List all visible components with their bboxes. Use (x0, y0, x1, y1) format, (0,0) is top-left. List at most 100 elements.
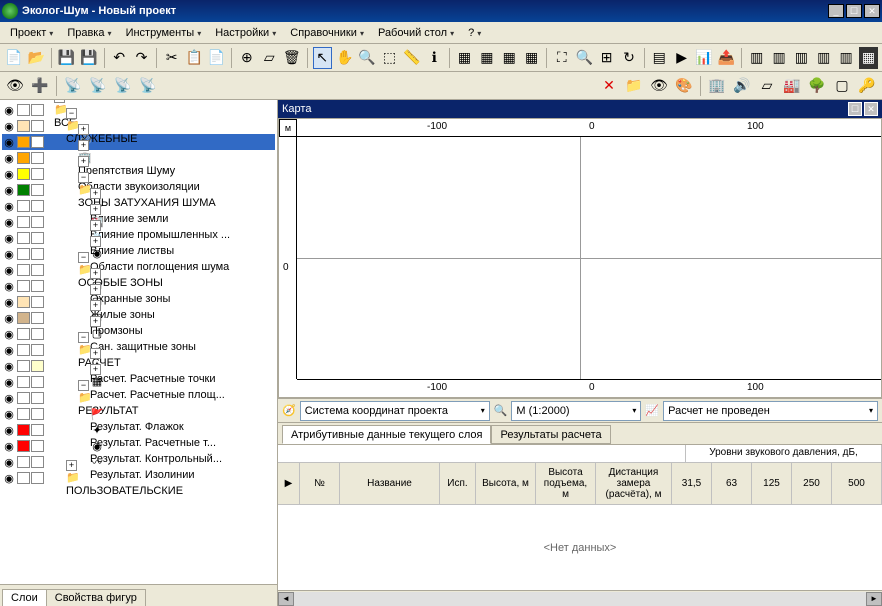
expand-icon[interactable]: + (90, 364, 101, 375)
tab-attributes[interactable]: Атрибутивные данные текущего слоя (282, 425, 491, 444)
tool-b-icon[interactable]: 📁 (623, 75, 645, 97)
tab-layers[interactable]: Слои (2, 589, 47, 606)
panel2-icon[interactable]: ▥ (769, 47, 788, 69)
maximize-button[interactable]: ☐ (846, 4, 862, 18)
menu-tools[interactable]: Инструменты ▾ (120, 25, 208, 41)
eye-icon[interactable] (2, 375, 16, 389)
eye-icon[interactable] (2, 263, 16, 277)
radio3-icon[interactable]: 📡 (112, 75, 134, 97)
layer-icon[interactable]: ▦ (455, 47, 474, 69)
run-icon[interactable]: ▶ (672, 47, 691, 69)
zoom-icon[interactable]: 🔍 (357, 47, 376, 69)
expand-icon[interactable]: + (78, 156, 89, 167)
eye-icon[interactable] (2, 439, 16, 453)
expand-icon[interactable]: + (90, 236, 101, 247)
eye-icon[interactable] (2, 215, 16, 229)
radio4-icon[interactable]: 📡 (137, 75, 159, 97)
h-scrollbar[interactable]: ◄ ► (278, 590, 882, 606)
new-icon[interactable]: 📄 (4, 47, 23, 69)
redo-icon[interactable]: ↷ (132, 47, 151, 69)
eye-icon[interactable] (2, 279, 16, 293)
select-rect-icon[interactable]: ⬚ (380, 47, 399, 69)
expand-icon[interactable]: + (90, 284, 101, 295)
eye-icon[interactable] (2, 343, 16, 357)
eye-icon[interactable] (2, 295, 16, 309)
layer2-icon[interactable]: ▦ (477, 47, 496, 69)
hand-icon[interactable]: ✋ (335, 47, 354, 69)
eye-icon[interactable] (2, 199, 16, 213)
expand-icon[interactable]: + (90, 268, 101, 279)
eye-icon[interactable] (2, 247, 16, 261)
obj4-icon[interactable]: 🏭 (781, 75, 803, 97)
menu-references[interactable]: Справочники ▾ (284, 25, 370, 41)
expand-icon[interactable]: + (66, 460, 77, 471)
eye-icon[interactable] (2, 135, 16, 149)
calc-status-combo[interactable]: Расчет не проведен▾ (663, 401, 878, 421)
tool-a-icon[interactable]: ✕ (598, 75, 620, 97)
save-icon[interactable]: 💾 (57, 47, 76, 69)
expand-icon[interactable]: − (78, 332, 89, 343)
eye-icon[interactable] (2, 327, 16, 341)
map-close-icon[interactable]: ✕ (864, 102, 878, 116)
export-icon[interactable]: 📤 (717, 47, 736, 69)
report-icon[interactable]: 📊 (694, 47, 713, 69)
eye-icon[interactable] (2, 183, 16, 197)
menu-help[interactable]: ? ▾ (462, 25, 487, 41)
expand-icon[interactable]: + (90, 204, 101, 215)
fit-icon[interactable]: ⛶ (552, 47, 571, 69)
zoom-in-icon[interactable]: 🔍 (575, 47, 594, 69)
menu-project[interactable]: Проект ▾ (4, 25, 59, 41)
obj5-icon[interactable]: 🌳 (806, 75, 828, 97)
save-as-icon[interactable]: 💾 (79, 47, 98, 69)
layer-tree[interactable]: −📁ВСЕ−📁СЛУЖЕБНЫЕ+🔊Источники Шума+🏢Препят… (0, 100, 277, 584)
eye-icon[interactable] (2, 311, 16, 325)
scale-combo[interactable]: М (1:2000)▾ (511, 401, 641, 421)
layer4-icon[interactable]: ▦ (522, 47, 541, 69)
eye-icon[interactable] (2, 103, 16, 117)
eye-icon[interactable] (2, 471, 16, 485)
obj3-icon[interactable]: ▱ (756, 75, 778, 97)
calc-icon[interactable]: ▤ (650, 47, 669, 69)
delete-icon[interactable]: 🗑 (282, 47, 302, 69)
expand-icon[interactable]: − (66, 108, 77, 119)
layer-vis-icon[interactable]: 👁 (4, 75, 26, 97)
expand-icon[interactable]: + (90, 300, 101, 311)
tool-d-icon[interactable]: 🎨 (673, 75, 695, 97)
eye-icon[interactable] (2, 455, 16, 469)
panel5-icon[interactable]: ▥ (836, 47, 855, 69)
menu-settings[interactable]: Настройки ▾ (209, 25, 282, 41)
minimize-button[interactable]: _ (828, 4, 844, 18)
grid-icon[interactable]: ⊞ (597, 47, 616, 69)
rotate-icon[interactable]: ↻ (619, 47, 638, 69)
map-max-icon[interactable]: ☐ (848, 102, 862, 116)
open-icon[interactable]: 📂 (26, 47, 45, 69)
tab-results[interactable]: Результаты расчета (491, 425, 610, 444)
eye-icon[interactable] (2, 167, 16, 181)
close-button[interactable]: ✕ (864, 4, 880, 18)
panel3-icon[interactable]: ▥ (792, 47, 811, 69)
radio2-icon[interactable]: 📡 (87, 75, 109, 97)
radio-icon[interactable]: 📡 (62, 75, 84, 97)
obj2-icon[interactable]: 🔊 (731, 75, 753, 97)
tree-item-23[interactable]: +📁ПОЛЬЗОВАТЕЛЬСКИЕ (2, 470, 275, 486)
add-point-icon[interactable]: ⊕ (237, 47, 256, 69)
expand-icon[interactable]: − (78, 172, 89, 183)
expand-icon[interactable]: + (90, 316, 101, 327)
panel4-icon[interactable]: ▥ (814, 47, 833, 69)
expand-icon[interactable]: + (78, 140, 89, 151)
eye-icon[interactable] (2, 407, 16, 421)
add-shape-icon[interactable]: ▱ (260, 47, 279, 69)
tree-item-14[interactable]: +▢Сан. защитные зоны (2, 326, 275, 342)
expand-icon[interactable]: + (90, 220, 101, 231)
info-icon[interactable]: ℹ (425, 47, 444, 69)
copy-icon[interactable]: 📋 (184, 47, 203, 69)
measure-icon[interactable]: 📏 (402, 47, 421, 69)
undo-icon[interactable]: ↶ (110, 47, 129, 69)
scroll-right-icon[interactable]: ► (866, 592, 882, 606)
tree-item-0[interactable]: −📁ВСЕ (2, 102, 275, 118)
eye-icon[interactable] (2, 119, 16, 133)
eye-icon[interactable] (2, 151, 16, 165)
calc-button-icon[interactable]: ▦ (859, 47, 878, 69)
cut-icon[interactable]: ✂ (162, 47, 181, 69)
coord-system-combo[interactable]: Система координат проекта▾ (300, 401, 490, 421)
